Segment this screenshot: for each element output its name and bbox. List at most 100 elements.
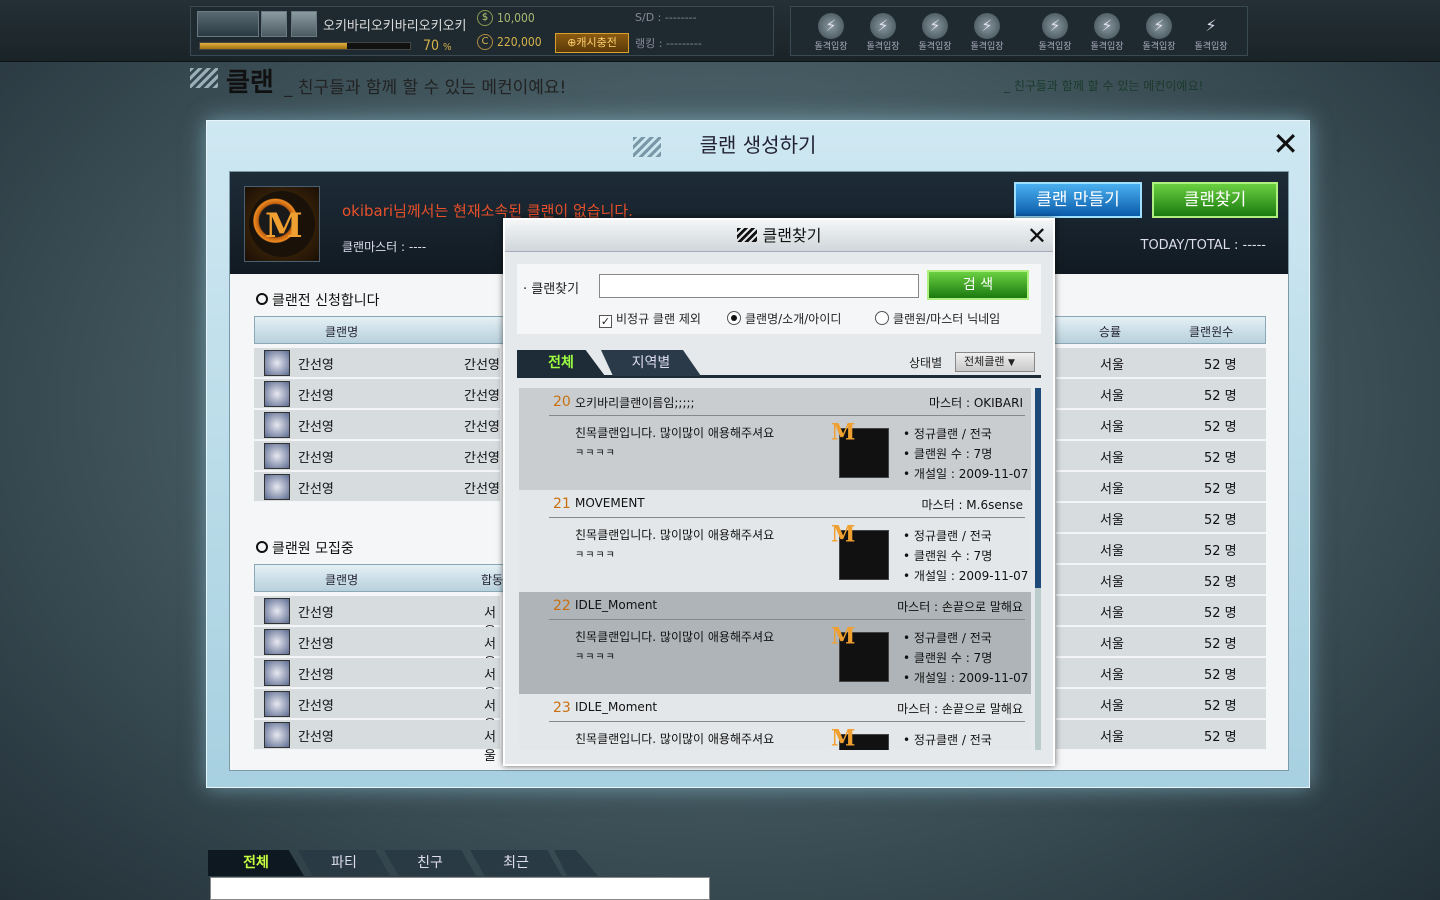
table-row-right[interactable]: 서울 52 명 [1056,441,1266,471]
table-row[interactable]: 간선영 간선영 [254,379,500,409]
clan-master: 마스터 : 손끝으로 말해요 [897,702,1023,716]
search-by-master-option[interactable]: 클랜원/마스터 닉네임 [875,310,1000,327]
clan-logo: M [831,623,889,682]
table-row-right[interactable]: 서울 52 명 [1056,596,1266,626]
quick-entry-7[interactable]: ⚡ 돌격입장 [1133,7,1185,57]
clan-col2: 간선영 [464,358,500,373]
close-icon[interactable]: ✕ [1272,128,1299,160]
cash-charge-button[interactable]: ⊕캐시충전 [555,33,629,53]
clan-emblem-icon [264,660,290,686]
table-row[interactable]: 간선영 간선영 [254,348,500,378]
logo-letter: M [831,521,856,548]
chat-tab-recent[interactable]: 최근 [470,850,562,876]
quick-entry-2[interactable]: ⚡ 돌격입장 [857,7,909,57]
find-clan-button[interactable]: 클랜찾기 [1152,182,1278,218]
clan-region: 서울 [1100,420,1124,435]
top-bar: 오키바리오키바리오키오키 70 % $ 10,000 C 220,000 ⊕캐시… [0,0,1440,62]
table-row-right[interactable]: 서울 52 명 [1056,472,1266,502]
clan-card[interactable]: 20 오키바리클랜이름임;;;;; 마스터 : OKIBARI 친목클랜입니다. 많이… [519,388,1031,490]
clan-name: 간선영 [298,482,334,497]
clan-info-type-text: 정규클랜 / 전국 [913,427,992,441]
clan-member-count: 52 명 [1204,358,1237,373]
table-row[interactable]: 간선영 간선영 [254,410,500,440]
checkbox-checked-icon[interactable]: ✓ [599,315,612,328]
clan-info-type: • 정규클랜 / 전국 [903,529,992,543]
table-row[interactable]: 간선영 간선영 [254,472,500,502]
status-filter-select[interactable]: 전체클랜 ▼ [955,352,1035,372]
clan-description-extra: ㅋㅋㅋㅋ [575,448,616,459]
divider [549,517,1025,518]
table-row[interactable]: 간선영서울 [254,689,500,733]
divider [549,415,1025,416]
clan-region: 서울 [1100,451,1124,466]
lightning-icon: ⚡ [818,13,844,39]
table-row-right[interactable]: 서울 52 명 [1056,658,1266,688]
quick-entry-5[interactable]: ⚡ 돌격입장 [1029,7,1081,57]
table-row[interactable]: 간선영 간선영 [254,441,500,471]
clan-region: 서울 [484,730,496,764]
lightning-icon: ⚡ [974,13,1000,39]
clan-region: 서울 [1100,389,1124,404]
tab-all[interactable]: 전체 [517,350,605,376]
profile-panel: 오키바리오키바리오키오키 70 % $ 10,000 C 220,000 ⊕캐시… [190,6,774,56]
lightning-icon: ⚡ [922,13,948,39]
dollar-icon: $ [477,10,493,26]
table-row[interactable]: 간선영서울 [254,596,500,640]
table-row[interactable]: 간선영서울 [254,720,500,764]
quick-entry-8[interactable]: ⚡ 돌격입장 [1185,7,1237,57]
clan-info-type-text: 정규클랜 / 전국 [913,529,992,543]
rank-label: 랭킹 : --------- [635,37,702,50]
clan-info-count-text: 클랜원 수 : 7명 [913,651,993,665]
create-clan-button[interactable]: 클랜 만들기 [1014,182,1142,218]
search-by-name-option[interactable]: 클랜명/소개/아이디 [727,310,841,327]
col-members: 클랜원수 [1189,325,1234,339]
table-row-right[interactable]: 서울 52 명 [1056,534,1266,564]
clan-name: 간선영 [298,389,334,404]
table-row-right[interactable]: 서울 52 명 [1056,410,1266,440]
clan-logo: M [831,521,889,580]
quick-entry-3[interactable]: ⚡ 돌격입장 [909,7,961,57]
list-scrollbar[interactable] [1035,388,1041,750]
radio-selected-icon[interactable] [727,311,741,325]
status-filter-label: 상태별 [909,356,943,370]
clan-info: • 정규클랜 / 전국 • 클랜원 수 : 7명 • 개설일 : 2009-11-0… [903,424,1028,484]
clan-info: • 정규클랜 / 전국 • 클랜원 수 : 7명 • 개설일 : 2009-11-0… [903,628,1028,688]
close-icon[interactable]: ✕ [1027,222,1047,250]
clan-card[interactable]: 23 IDLE_Moment 마스터 : 손끝으로 말해요 친목클랜입니다. 많이많이… [519,694,1031,750]
table-row[interactable]: 간선영서울 [254,627,500,671]
clan-card[interactable]: 21 MOVEMENT 마스터 : M.6sense 친목클랜입니다. 많이많이 애용… [519,490,1031,592]
clan-description-extra: ㅋㅋㅋㅋ [575,652,616,663]
table-row-right[interactable]: 서울 52 명 [1056,627,1266,657]
badge-icon [261,11,287,37]
clan-region: 서울 [1100,606,1124,621]
table-row[interactable]: 간선영서울 [254,658,500,702]
sd-label: S/D : -------- [635,11,697,24]
search-input[interactable] [599,274,919,298]
header-stripes-icon [190,68,218,88]
table-row-right[interactable]: 서울 52 명 [1056,720,1266,750]
clan-col2: 간선영 [464,420,500,435]
quick-entry-4[interactable]: ⚡ 돌격입장 [961,7,1013,57]
table-row-right[interactable]: 서울 52 명 [1056,565,1266,595]
chat-tab-friend[interactable]: 친구 [384,850,476,876]
table-row-right[interactable]: 서울 52 명 [1056,348,1266,378]
search-button[interactable]: 검 색 [927,270,1029,300]
divider [549,619,1025,620]
table-row-right[interactable]: 서울 52 명 [1056,379,1266,409]
clan-name: IDLE_Moment [575,598,658,612]
quick-entry-6[interactable]: ⚡ 돌격입장 [1081,7,1133,57]
chat-tab-extra [554,850,598,876]
tab-region[interactable]: 지역별 [601,350,701,376]
table-row-right[interactable]: 서울 52 명 [1056,503,1266,533]
scroll-thumb[interactable] [1035,388,1041,588]
quick-entry-1[interactable]: ⚡ 돌격입장 [805,7,857,57]
layers-icon [291,11,317,37]
chat-tab-party[interactable]: 파티 [298,850,390,876]
exclude-irregular-option[interactable]: ✓ 비정규 클랜 제외 [599,310,701,328]
chat-tab-all[interactable]: 전체 [208,850,304,876]
chat-input[interactable] [210,877,710,900]
clan-info-count-text: 클랜원 수 : 7명 [913,549,993,563]
radio-icon[interactable] [875,311,889,325]
table-row-right[interactable]: 서울 52 명 [1056,689,1266,719]
clan-card[interactable]: 22 IDLE_Moment 마스터 : 손끝으로 말해요 친목클랜입니다. 많이많이… [519,592,1031,694]
